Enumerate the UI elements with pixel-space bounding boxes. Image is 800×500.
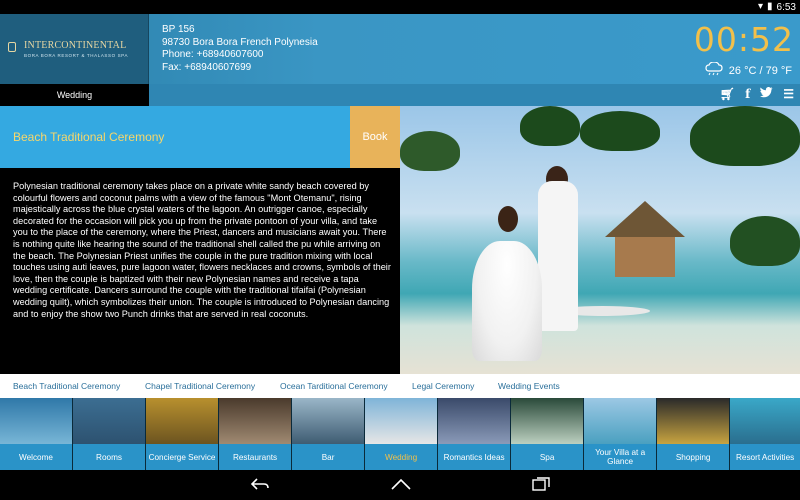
page-title: Beach Traditional Ceremony [0, 106, 350, 168]
book-button[interactable]: Book [350, 106, 400, 168]
menu-icon[interactable]: ☰ [783, 87, 794, 101]
tile-your-villa[interactable]: Your Villa at a Glance [584, 398, 657, 470]
nav-bar: 🛒︎ f ☰ [149, 84, 800, 106]
tile-wedding[interactable]: Wedding [365, 398, 438, 470]
tile-image [146, 398, 219, 444]
nav-row: Wedding 🛒︎ f ☰ [0, 84, 800, 106]
tile-image [0, 398, 73, 444]
brand-name: INTERCONTINENTAL [24, 40, 127, 51]
twitter-icon[interactable] [760, 87, 773, 101]
tile-label: Spa [511, 444, 584, 470]
tile-image [657, 398, 730, 444]
tile-label: Resort Activities [730, 444, 800, 470]
tile-label: Restaurants [219, 444, 292, 470]
tile-image [219, 398, 292, 444]
tile-image [511, 398, 584, 444]
header: INTERCONTINENTAL BORA BORA RESORT & THAL… [0, 14, 800, 84]
address-block: BP 156 98730 Bora Bora French Polynesia … [162, 24, 318, 74]
tile-image [438, 398, 511, 444]
wedding-photo [400, 106, 800, 374]
tile-rooms[interactable]: Rooms [73, 398, 146, 470]
tile-image [73, 398, 146, 444]
tile-label: Bar [292, 444, 365, 470]
back-icon[interactable] [250, 477, 270, 493]
tab-chapel-ceremony[interactable]: Chapel Traditional Ceremony [145, 381, 255, 391]
brand-logo[interactable]: INTERCONTINENTAL BORA BORA RESORT & THAL… [0, 14, 149, 84]
tile-label: Concierge Service [146, 444, 219, 470]
tab-ocean-ceremony[interactable]: Ocean Tarditional Ceremony [280, 381, 388, 391]
tile-spa[interactable]: Spa [511, 398, 584, 470]
clock: 00:52 [693, 20, 794, 59]
tile-label: Your Villa at a Glance [584, 444, 657, 470]
tab-beach-ceremony[interactable]: Beach Traditional Ceremony [13, 381, 120, 391]
bungalow [605, 201, 685, 277]
cart-icon[interactable]: 🛒︎ [720, 87, 735, 101]
tab-wedding-events[interactable]: Wedding Events [498, 381, 560, 391]
tile-restaurants[interactable]: Restaurants [219, 398, 292, 470]
phone-number: Phone: +68940607600 [162, 49, 264, 60]
tile-label: Welcome [0, 444, 73, 470]
rain-cloud-icon [705, 61, 723, 79]
tile-label: Rooms [73, 444, 146, 470]
tile-label: Romantics Ideas [438, 444, 511, 470]
tile-concierge-service[interactable]: Concierge Service [146, 398, 219, 470]
section-tiles: Welcome Rooms Concierge Service Restaura… [0, 398, 800, 470]
tile-resort-activities[interactable]: Resort Activities [730, 398, 800, 470]
brand-tagline: BORA BORA RESORT & THALASSO SPA [24, 53, 129, 58]
facebook-icon[interactable]: f [745, 87, 750, 101]
tile-image [584, 398, 657, 444]
tab-wedding[interactable]: Wedding [0, 84, 149, 106]
tile-bar[interactable]: Bar [292, 398, 365, 470]
description-text: Polynesian traditional ceremony takes pl… [13, 181, 391, 319]
recent-apps-icon[interactable] [532, 476, 550, 494]
status-time: 6:53 [776, 1, 796, 13]
tile-welcome[interactable]: Welcome [0, 398, 73, 470]
address-line2: 98730 Bora Bora French Polynesia [162, 36, 318, 48]
tile-image [365, 398, 438, 444]
address-line1: BP 156 [162, 24, 195, 35]
tile-image [730, 398, 800, 444]
tile-shopping[interactable]: Shopping [657, 398, 730, 470]
system-nav-bar [0, 470, 800, 500]
category-tabs: Beach Traditional Ceremony Chapel Tradit… [0, 374, 800, 398]
tile-label-active: Wedding [365, 444, 438, 470]
status-bar: ▾ ▮ 6:53 [0, 0, 800, 14]
nav-icons: 🛒︎ f ☰ [720, 87, 794, 101]
content-panel: Beach Traditional Ceremony Book Polynesi… [0, 106, 400, 374]
tile-romantics-ideas[interactable]: Romantics Ideas [438, 398, 511, 470]
temperature: 26 °C / 79 °F [728, 64, 792, 77]
tile-image [292, 398, 365, 444]
battery-icon: ▮ [767, 1, 773, 12]
tab-legal-ceremony[interactable]: Legal Ceremony [412, 381, 474, 391]
home-icon[interactable] [390, 477, 412, 493]
fax-number: Fax: +68940607699 [162, 61, 252, 73]
weather: 26 °C / 79 °F [705, 61, 792, 79]
wifi-icon: ▾ [757, 1, 764, 12]
tile-label: Shopping [657, 444, 730, 470]
logo-mark-icon [8, 42, 16, 52]
